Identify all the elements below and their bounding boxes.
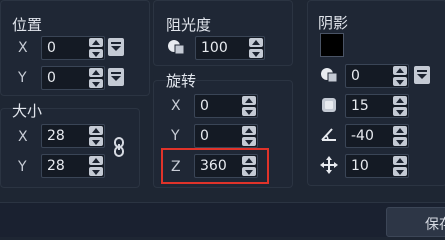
shadow-opacity-icon (321, 68, 338, 83)
size-y-value: 28 (47, 158, 65, 174)
footer-bar (0, 202, 445, 237)
decrement-icon[interactable] (393, 107, 407, 116)
decrement-icon[interactable] (89, 79, 103, 88)
size-title: 大小 (12, 102, 43, 120)
rotation-y-value: 0 (200, 128, 209, 144)
size-x-spinner[interactable] (89, 126, 103, 146)
increment-icon[interactable] (393, 156, 407, 165)
rotation-x-input[interactable]: 0 (194, 94, 258, 118)
shadow-title: 阴影 (318, 14, 349, 32)
decrement-icon[interactable] (393, 137, 407, 146)
opacity-input[interactable]: 100 (195, 36, 265, 60)
size-x-value: 28 (47, 128, 65, 144)
shadow-opacity-dropdown-icon[interactable] (414, 66, 430, 84)
rotation-z-input[interactable]: 360 (194, 154, 258, 178)
position-y-value: 0 (47, 70, 56, 86)
save-button[interactable]: 保存 (386, 207, 445, 237)
position-title: 位置 (12, 16, 43, 34)
shadow-distance-input[interactable]: 10 (345, 154, 409, 178)
increment-icon[interactable] (393, 96, 407, 105)
decrement-icon[interactable] (242, 137, 256, 146)
size-x-input[interactable]: 28 (41, 124, 105, 148)
position-y-label: Y (18, 70, 27, 86)
shadow-opacity-spinner[interactable] (393, 66, 407, 86)
rotation-z-spinner[interactable] (242, 156, 256, 176)
increment-icon[interactable] (89, 126, 103, 135)
opacity-value: 100 (201, 40, 228, 56)
rotation-x-value: 0 (200, 98, 209, 114)
decrement-icon[interactable] (89, 137, 103, 146)
shadow-color-swatch[interactable] (320, 33, 344, 57)
blur-icon (322, 98, 336, 112)
position-x-dropdown-icon[interactable] (108, 38, 124, 56)
increment-icon[interactable] (242, 156, 256, 165)
increment-icon[interactable] (89, 38, 103, 47)
shadow-angle-value: -40 (351, 128, 374, 144)
shadow-opacity-input[interactable]: 0 (345, 64, 409, 88)
move-arrows-icon (320, 156, 338, 174)
rotation-z-label: Z (171, 159, 181, 175)
shadow-angle-input[interactable]: -40 (345, 124, 409, 148)
position-x-value: 0 (47, 40, 56, 56)
increment-icon[interactable] (89, 156, 103, 165)
opacity-title: 阻光度 (166, 16, 212, 34)
increment-icon[interactable] (393, 126, 407, 135)
position-x-input[interactable]: 0 (41, 36, 105, 60)
decrement-icon[interactable] (393, 167, 407, 176)
decrement-icon[interactable] (242, 107, 256, 116)
size-y-input[interactable]: 28 (41, 154, 105, 178)
opacity-spinner[interactable] (249, 38, 263, 58)
rotation-z-value: 360 (200, 158, 227, 174)
shadow-blur-value: 15 (351, 98, 369, 114)
opacity-icon (168, 40, 185, 55)
increment-icon[interactable] (242, 126, 256, 135)
angle-icon (321, 128, 336, 141)
rotation-x-spinner[interactable] (242, 96, 256, 116)
shadow-distance-value: 10 (351, 158, 369, 174)
shadow-blur-input[interactable]: 15 (345, 94, 409, 118)
decrement-icon[interactable] (242, 167, 256, 176)
increment-icon[interactable] (89, 68, 103, 77)
rotation-title: 旋转 (166, 72, 197, 90)
increment-icon[interactable] (242, 96, 256, 105)
rotation-y-label: Y (171, 128, 180, 144)
decrement-icon[interactable] (89, 49, 103, 58)
position-y-spinner[interactable] (89, 68, 103, 88)
increment-icon[interactable] (249, 38, 263, 47)
decrement-icon[interactable] (249, 49, 263, 58)
rotation-y-input[interactable]: 0 (194, 124, 258, 148)
position-x-spinner[interactable] (89, 38, 103, 58)
shadow-angle-spinner[interactable] (393, 126, 407, 146)
shadow-distance-spinner[interactable] (393, 156, 407, 176)
shadow-blur-spinner[interactable] (393, 96, 407, 116)
position-x-label: X (18, 40, 28, 56)
position-y-input[interactable]: 0 (41, 66, 105, 90)
rotation-x-label: X (171, 98, 181, 114)
decrement-icon[interactable] (89, 167, 103, 176)
rotation-y-spinner[interactable] (242, 126, 256, 146)
position-y-dropdown-icon[interactable] (108, 68, 124, 86)
size-y-spinner[interactable] (89, 156, 103, 176)
shadow-opacity-value: 0 (351, 68, 360, 84)
size-x-label: X (18, 129, 28, 145)
increment-icon[interactable] (393, 66, 407, 75)
link-aspect-icon[interactable] (112, 136, 126, 158)
decrement-icon[interactable] (393, 77, 407, 86)
size-y-label: Y (18, 159, 27, 175)
